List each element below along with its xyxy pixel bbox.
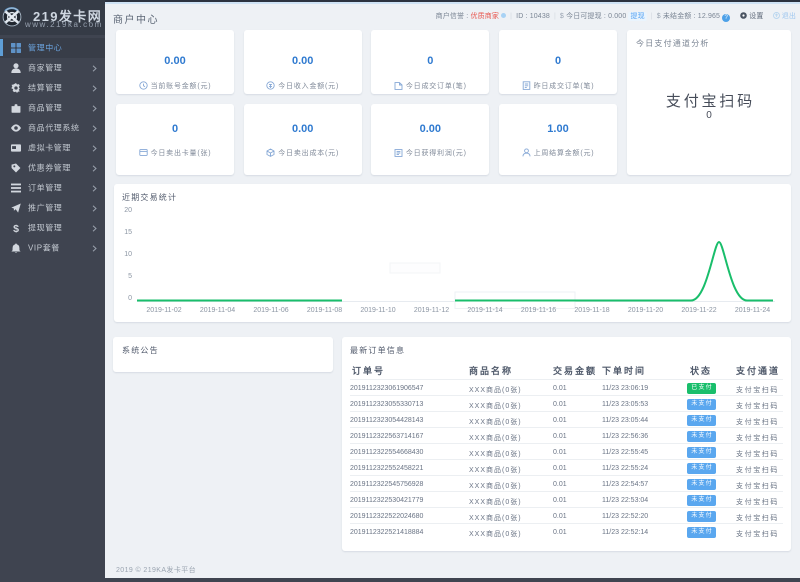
svg-text:$: $ [13,223,19,233]
